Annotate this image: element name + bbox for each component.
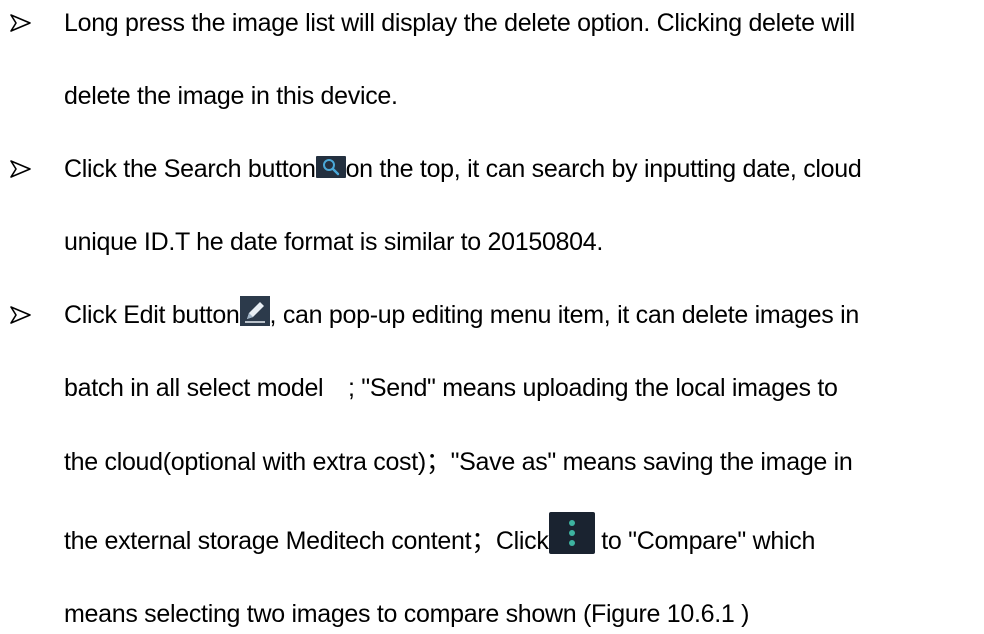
bullet-arrow-icon: [10, 160, 32, 178]
bullet-arrow-icon: [10, 14, 32, 32]
bullet-3-line-5: means selecting two images to compare sh…: [64, 599, 749, 629]
bullet-3-line-1-after: , can pop-up editing menu item, it can d…: [269, 301, 860, 329]
bullet-3-line-1: Click Edit button , can pop-up editing me…: [64, 296, 860, 330]
document-page: Long press the image list will display t…: [0, 0, 984, 634]
bullet-1-line-1-text: Long press the image list will display t…: [64, 9, 855, 37]
bullet-arrow-icon: [10, 306, 32, 324]
bullet-1-line-2-text: delete the image in this device.: [64, 82, 398, 110]
bullet-3-line-5-text: means selecting two images to compare sh…: [64, 600, 750, 628]
bullet-2-line-1-after: on the top, it can search by inputting d…: [345, 155, 862, 183]
bullet-3-line-2: batch in all select model ; "Send" means…: [64, 373, 838, 403]
bullet-3-line-2-text: batch in all select model ; "Send" means…: [64, 374, 838, 402]
bullet-3-line-3: the cloud(optional with extra cost)；"Sav…: [64, 447, 853, 477]
bullet-2-line-1-before: Click the Search button: [64, 155, 316, 183]
bullet-3-line-4-after: to "Compare" which: [594, 527, 816, 555]
bullet-3-line-4-before: the external storage Meditech content；Cl…: [64, 527, 549, 555]
bullet-1-line-1: Long press the image list will display t…: [64, 8, 855, 38]
search-icon: [315, 156, 346, 179]
edit-pencil-icon: [239, 296, 270, 327]
bullet-3-line-1-before: Click Edit button: [64, 301, 240, 329]
bullet-2-line-1: Click the Search button on the top, it ca…: [64, 154, 862, 184]
bullet-3-line-3-text: the cloud(optional with extra cost)；"Sav…: [64, 448, 853, 476]
more-vertical-icon: [548, 512, 595, 555]
bullet-1-line-2: delete the image in this device.: [64, 81, 398, 111]
bullet-2-line-2-text: unique ID.T he date format is similar to…: [64, 228, 604, 256]
bullet-3-line-4: the external storage Meditech content；Cl…: [64, 512, 816, 556]
bullet-2-line-2: unique ID.T he date format is similar to…: [64, 227, 603, 257]
